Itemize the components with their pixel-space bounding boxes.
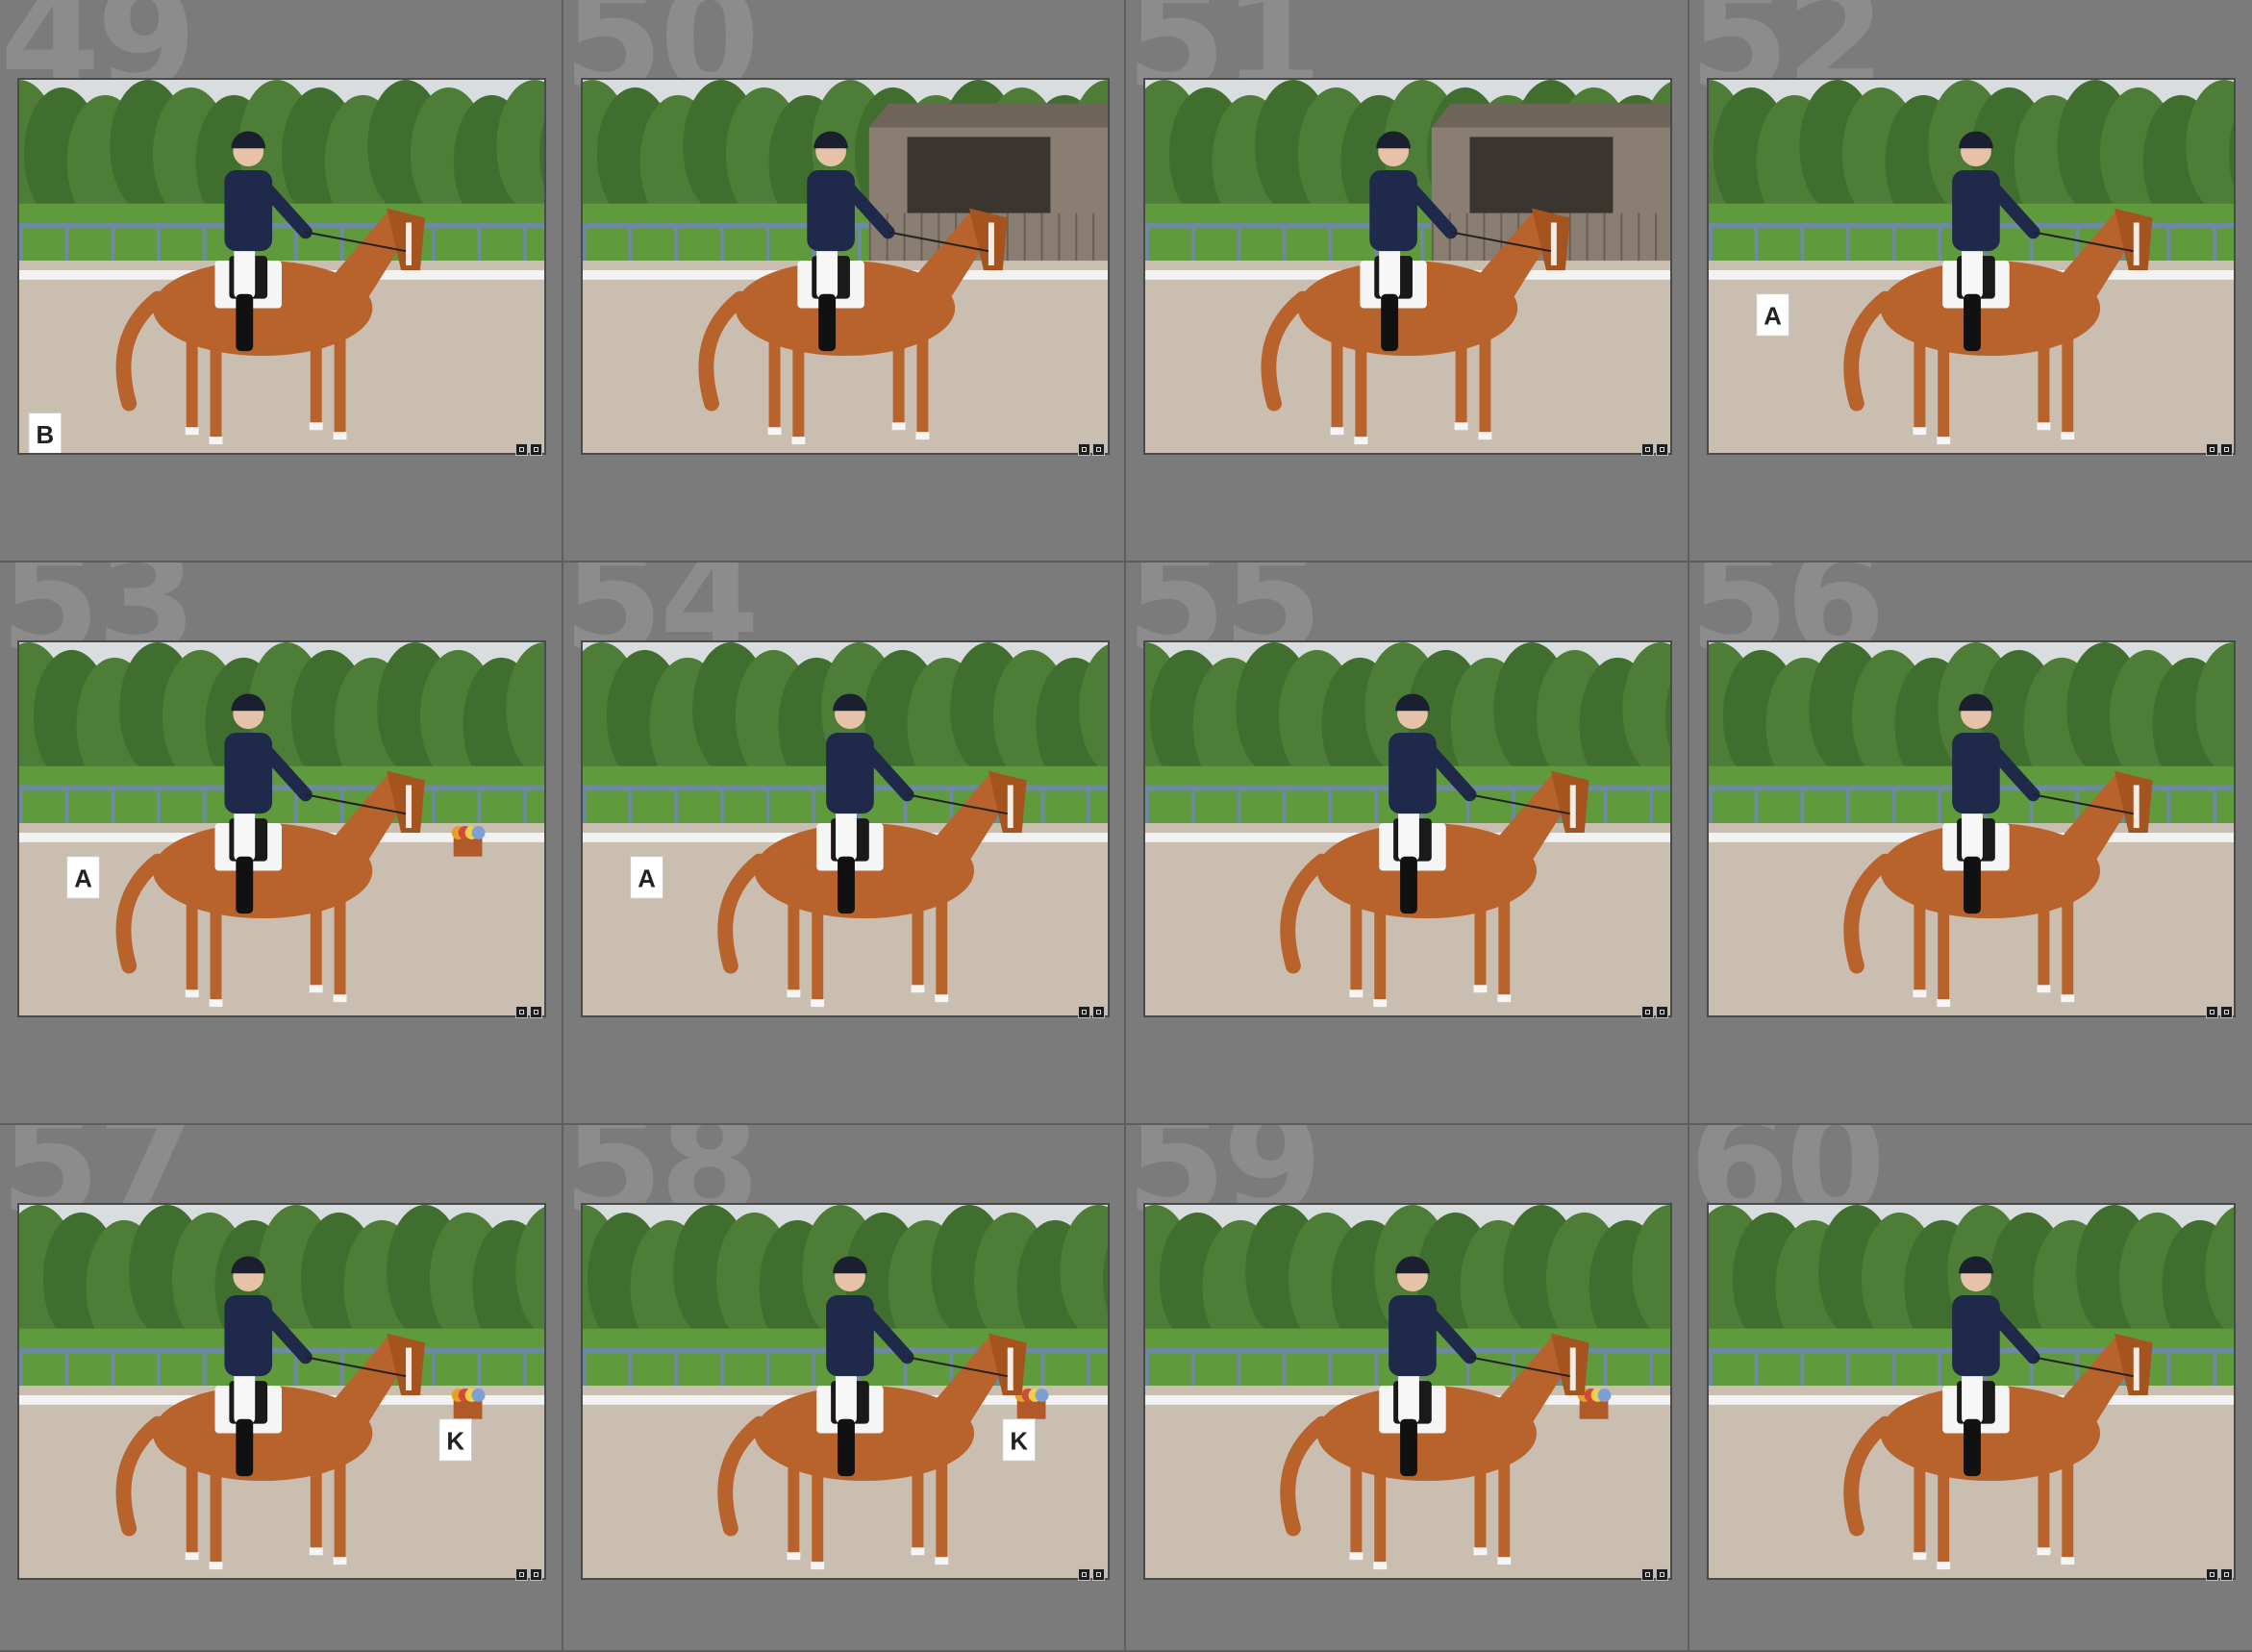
flower-planter (451, 1389, 486, 1419)
arena-letter-marker: A (629, 856, 663, 899)
arena-letter: B (36, 422, 54, 449)
grid-cell[interactable]: 51 (1126, 0, 1689, 563)
grid-cell[interactable]: 56 (1689, 563, 2252, 1125)
badge-edit-icon (1092, 443, 1105, 456)
badge-edit-icon (2220, 1568, 2233, 1581)
badge-square-icon (2206, 1568, 2218, 1581)
grid-cell[interactable]: 57 K (0, 1125, 563, 1652)
grid-cell[interactable]: 58 K (563, 1125, 1126, 1652)
badge-edit-icon (529, 443, 542, 456)
arena-letter-marker: K (438, 1418, 473, 1462)
badge-edit-icon (529, 1006, 542, 1018)
badge-edit-icon (529, 1568, 542, 1581)
thumbnail-badge-icon[interactable] (2206, 1568, 2235, 1582)
badge-square-icon (1640, 1568, 1654, 1581)
thumbnail-badge-icon[interactable] (1640, 1568, 1670, 1582)
badge-square-icon (1078, 1568, 1090, 1581)
arena-letter-marker: B (28, 412, 63, 453)
badge-square-icon (514, 1568, 528, 1581)
thumbnail-badge-icon[interactable] (2206, 443, 2235, 457)
badge-square-icon (2206, 443, 2218, 456)
photo-thumbnail[interactable]: B (17, 78, 546, 455)
badge-square-icon (1640, 1006, 1654, 1018)
photo-thumbnail[interactable] (1143, 640, 1672, 1017)
grid-cell[interactable]: 53 A (0, 563, 563, 1125)
arena-letter-marker: A (66, 856, 100, 899)
photo-thumbnail[interactable]: A (1706, 78, 2236, 455)
badge-edit-icon (1092, 1006, 1105, 1018)
arena-letter: K (446, 1428, 464, 1455)
thumbnail-badge-icon[interactable] (1640, 1006, 1670, 1019)
badge-square-icon (2206, 1006, 2218, 1018)
photo-thumbnail[interactable]: A (580, 640, 1110, 1017)
thumbnail-badge-icon[interactable] (1078, 443, 1107, 457)
thumbnail-badge-icon[interactable] (1640, 443, 1670, 457)
thumbnail-badge-icon[interactable] (2206, 1006, 2235, 1019)
grid-cell[interactable]: 50C (563, 0, 1126, 563)
grid-cell[interactable]: 49 B (0, 0, 563, 563)
arena-letter: K (1010, 1428, 1028, 1455)
arena-letter-marker: K (1001, 1418, 1036, 1462)
badge-edit-icon (2220, 1006, 2233, 1018)
photo-thumbnail[interactable]: A (17, 640, 546, 1017)
badge-edit-icon (1655, 1568, 1668, 1581)
photo-thumbnail[interactable]: K (17, 1203, 546, 1580)
badge-square-icon (514, 443, 528, 456)
badge-square-icon (1078, 1006, 1090, 1018)
badge-square-icon (514, 1006, 528, 1018)
photo-thumbnail[interactable]: K (580, 1203, 1110, 1580)
photo-thumbnail[interactable] (1706, 1203, 2236, 1580)
thumbnail-badge-icon[interactable] (514, 1568, 544, 1582)
photo-thumbnail[interactable]: C (580, 78, 1110, 455)
arena-letter: A (74, 865, 92, 892)
badge-edit-icon (1092, 1568, 1105, 1581)
thumbnail-badge-icon[interactable] (1078, 1006, 1107, 1019)
badge-edit-icon (1655, 443, 1668, 456)
photo-thumbnail[interactable] (1706, 640, 2236, 1017)
badge-edit-icon (1655, 1006, 1668, 1018)
thumbnail-badge-icon[interactable] (1078, 1568, 1107, 1582)
badge-square-icon (1078, 443, 1090, 456)
thumbnail-badge-icon[interactable] (514, 1006, 544, 1019)
grid-cell[interactable]: 59 (1126, 1125, 1689, 1652)
grid-cell[interactable]: 60 (1689, 1125, 2252, 1652)
arena-letter: A (638, 865, 656, 892)
grid-cell[interactable]: 52 A (1689, 0, 2252, 563)
photo-thumbnail[interactable] (1143, 1203, 1672, 1580)
grid-cell[interactable]: 54 A (563, 563, 1126, 1125)
arena-letter: A (1764, 303, 1782, 330)
photo-grid: 49B50C5152A 53A54A5556 57K58K5960 (0, 0, 2252, 1652)
arena-letter-marker: A (1755, 293, 1789, 337)
flower-planter (451, 826, 486, 857)
badge-edit-icon (2220, 443, 2233, 456)
photo-thumbnail[interactable] (1143, 78, 1672, 455)
thumbnail-badge-icon[interactable] (514, 443, 544, 457)
badge-square-icon (1640, 443, 1654, 456)
grid-cell[interactable]: 55 (1126, 563, 1689, 1125)
